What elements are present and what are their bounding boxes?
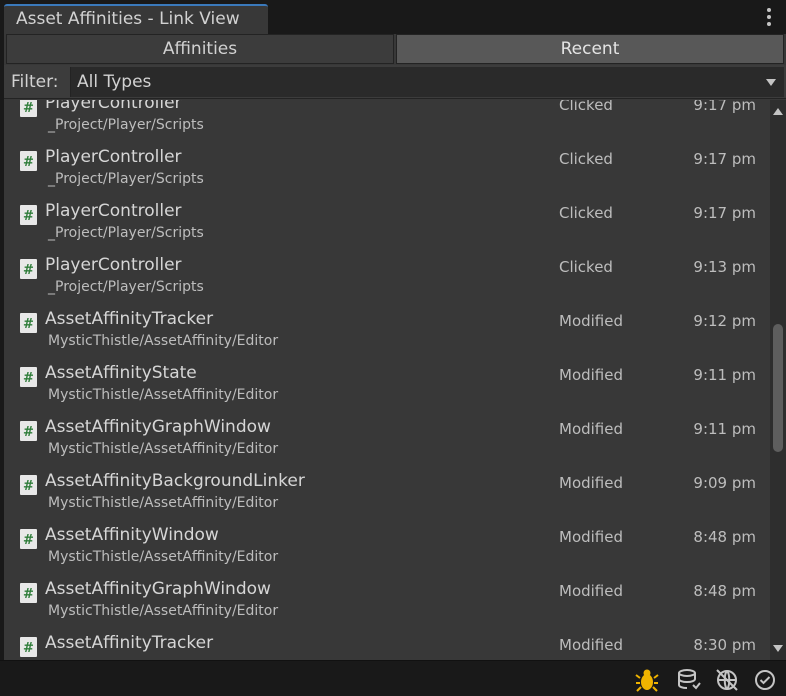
csharp-script-icon: # (20, 583, 37, 603)
asset-name: AssetAffinityTracker (45, 633, 214, 653)
svg-text:#: # (23, 101, 34, 114)
asset-action: Clicked (559, 258, 613, 276)
svg-text:#: # (23, 209, 34, 222)
list-item[interactable]: # PlayerController _Project/Player/Scripts… (4, 255, 770, 309)
asset-time: 9:09 pm (693, 474, 756, 492)
asset-name: AssetAffinityBackgroundLinker (45, 471, 305, 491)
asset-path: MysticThistle/AssetAffinity/Editor (48, 603, 279, 619)
csharp-script-icon: # (20, 313, 37, 333)
list-item[interactable]: # AssetAffinityWindow MysticThistle/AssetA… (4, 525, 770, 579)
asset-time: 9:12 pm (693, 312, 756, 330)
database-sync-icon[interactable] (676, 667, 702, 693)
status-bar (0, 660, 786, 696)
csharp-script-icon: # (20, 100, 37, 117)
list-item[interactable]: # PlayerController _Project/Player/Scripts… (4, 100, 770, 147)
vertical-scrollbar[interactable] (770, 100, 786, 660)
asset-path: _Project/Player/Scripts (48, 171, 204, 187)
asset-action: Modified (559, 474, 624, 492)
asset-time: 9:17 pm (693, 100, 756, 114)
window-tab-bar: Asset Affinities - Link View (0, 0, 786, 34)
asset-name: AssetAffinityGraphWindow (45, 579, 271, 599)
csharp-script-icon: # (20, 421, 37, 441)
asset-time: 8:48 pm (693, 528, 756, 546)
asset-name: AssetAffinityTracker (45, 309, 214, 329)
tab-affinities[interactable]: Affinities (6, 34, 394, 64)
asset-action: Modified (559, 582, 624, 600)
svg-text:#: # (23, 371, 34, 384)
asset-path: MysticThistle/AssetAffinity/Editor (48, 495, 279, 511)
csharp-script-icon: # (20, 259, 37, 279)
asset-action: Modified (559, 528, 624, 546)
asset-path: MysticThistle/AssetAffinity/Editor (48, 549, 279, 565)
chevron-down-icon (766, 79, 776, 86)
filter-row: Filter: All Types (4, 65, 786, 99)
asset-time: 8:30 pm (693, 636, 756, 654)
list-item[interactable]: # PlayerController _Project/Player/Scripts… (4, 201, 770, 255)
svg-text:#: # (23, 155, 34, 168)
filter-label: Filter: (11, 72, 59, 92)
kebab-menu-icon[interactable] (766, 8, 772, 26)
asset-action: Clicked (559, 150, 613, 168)
svg-text:#: # (23, 479, 34, 492)
view-mode-tabs: Affinities Recent (6, 34, 786, 64)
asset-path: MysticThistle/AssetAffinity/Editor (48, 441, 279, 457)
list-item[interactable]: # AssetAffinityTracker Modified 8:30 pm (4, 633, 770, 660)
svg-text:#: # (23, 587, 34, 600)
asset-action: Clicked (559, 204, 613, 222)
asset-name: PlayerController (45, 201, 182, 221)
asset-action: Modified (559, 312, 624, 330)
csharp-script-icon: # (20, 151, 37, 171)
svg-text:#: # (23, 425, 34, 438)
asset-action: Clicked (559, 100, 613, 114)
asset-action: Modified (559, 420, 624, 438)
asset-action: Modified (559, 366, 624, 384)
asset-action: Modified (559, 636, 624, 654)
scroll-up-arrow-icon[interactable] (773, 108, 783, 115)
asset-path: _Project/Player/Scripts (48, 279, 204, 295)
tab-recent[interactable]: Recent (396, 34, 784, 64)
list-item[interactable]: # PlayerController _Project/Player/Scripts… (4, 147, 770, 201)
asset-name: PlayerController (45, 147, 182, 167)
asset-time: 9:17 pm (693, 150, 756, 168)
recent-list: # PlayerController _Project/Player/Scripts… (4, 100, 770, 660)
asset-path: _Project/Player/Scripts (48, 117, 204, 133)
asset-name: AssetAffinityGraphWindow (45, 417, 271, 437)
bug-icon[interactable] (634, 667, 660, 693)
asset-name: PlayerController (45, 255, 182, 275)
asset-name: AssetAffinityState (45, 363, 197, 383)
asset-name: PlayerController (45, 100, 182, 113)
list-item[interactable]: # AssetAffinityState MysticThistle/AssetAf… (4, 363, 770, 417)
asset-path: MysticThistle/AssetAffinity/Editor (48, 333, 279, 349)
scroll-thumb[interactable] (773, 324, 783, 452)
list-item[interactable]: # AssetAffinityGraphWindow MysticThistle/A… (4, 579, 770, 633)
svg-text:#: # (23, 263, 34, 276)
filter-dropdown-value: All Types (77, 72, 152, 92)
main-panel: Affinities Recent Filter: All Types # Pla… (4, 34, 786, 660)
list-item[interactable]: # AssetAffinityBackgroundLinker MysticThis… (4, 471, 770, 525)
asset-time: 9:17 pm (693, 204, 756, 222)
csharp-script-icon: # (20, 367, 37, 387)
network-disabled-icon[interactable] (714, 667, 740, 693)
asset-time: 9:11 pm (693, 366, 756, 384)
filter-dropdown[interactable]: All Types (70, 67, 784, 97)
asset-name: AssetAffinityWindow (45, 525, 219, 545)
csharp-script-icon: # (20, 529, 37, 549)
csharp-script-icon: # (20, 205, 37, 225)
asset-time: 8:48 pm (693, 582, 756, 600)
checkmark-circle-icon[interactable] (752, 667, 778, 693)
asset-time: 9:13 pm (693, 258, 756, 276)
csharp-script-icon: # (20, 475, 37, 495)
asset-time: 9:11 pm (693, 420, 756, 438)
svg-text:#: # (23, 641, 34, 654)
asset-path: _Project/Player/Scripts (48, 225, 204, 241)
csharp-script-icon: # (20, 637, 37, 657)
list-item[interactable]: # AssetAffinityGraphWindow MysticThistle/A… (4, 417, 770, 471)
asset-path: MysticThistle/AssetAffinity/Editor (48, 387, 279, 403)
window-tab[interactable]: Asset Affinities - Link View (4, 4, 268, 34)
svg-text:#: # (23, 533, 34, 546)
list-item[interactable]: # AssetAffinityTracker MysticThistle/Asset… (4, 309, 770, 363)
scroll-down-arrow-icon[interactable] (773, 645, 783, 652)
svg-text:#: # (23, 317, 34, 330)
